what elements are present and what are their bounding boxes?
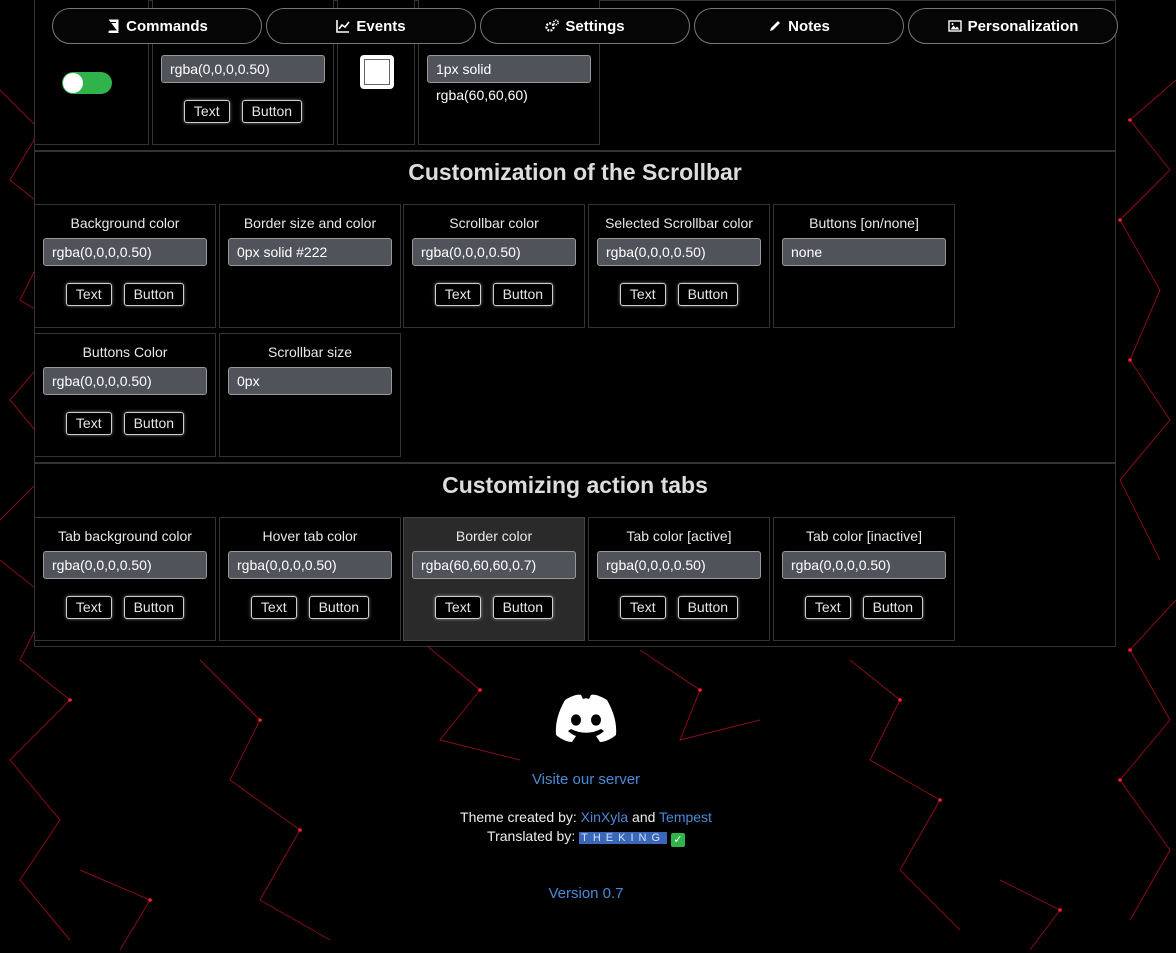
toggle-knob — [63, 73, 83, 93]
text-button[interactable]: Text — [65, 596, 112, 619]
scrollbar-cell-background: Background color rgba(0,0,0,0.50) Text Bu… — [34, 204, 216, 328]
text-button[interactable]: Text — [65, 283, 112, 306]
value-input[interactable]: rgba(60,60,60,0.7) — [412, 551, 576, 579]
button-button[interactable]: Button — [492, 283, 554, 306]
text-button[interactable]: Text — [619, 596, 666, 619]
value-input[interactable]: rgba(0,0,0,0.50) — [228, 551, 392, 579]
button-button[interactable]: Button — [241, 100, 303, 123]
button-button[interactable]: Button — [308, 596, 370, 619]
gears-icon — [545, 19, 560, 32]
color-input[interactable]: rgba(0,0,0,0.50) — [161, 55, 325, 83]
cell-label: Background color — [70, 215, 180, 231]
button-button[interactable]: Button — [862, 596, 924, 619]
value-input[interactable]: rgba(0,0,0,0.50) — [43, 367, 207, 395]
cell-label: Tab color [active] — [626, 528, 732, 544]
cell-label: Tab color [inactive] — [806, 528, 922, 544]
section-title-scrollbar: Customization of the Scrollbar — [408, 159, 742, 185]
tabs-cell-border: Border color rgba(60,60,60,0.7) Text Butt… — [403, 517, 585, 641]
scrollbar-cell-selected-color: Selected Scrollbar color rgba(0,0,0,0.50… — [588, 204, 770, 328]
tab-label: Commands — [126, 17, 208, 35]
button-button[interactable]: Button — [123, 283, 185, 306]
tab-label: Personalization — [967, 17, 1079, 35]
cell-label: Border size and color — [243, 215, 377, 231]
book-icon — [108, 19, 119, 33]
value-input[interactable]: rgba(0,0,0,0.50) — [43, 238, 207, 266]
text-button[interactable]: Text — [434, 283, 481, 306]
cell-label: Buttons Color — [82, 344, 168, 360]
tab-events[interactable]: Events — [266, 8, 476, 44]
tab-label: Settings — [565, 17, 625, 35]
author-link-xinxyla[interactable]: XinXyla — [581, 809, 628, 825]
cell-label: Buttons [on/none] — [809, 215, 919, 231]
value-input[interactable]: 0px solid #222 — [228, 238, 392, 266]
tab-label: Notes — [788, 17, 830, 35]
cell-label: Hover tab color — [262, 528, 358, 544]
value-input[interactable]: 0px — [228, 367, 392, 395]
tabs-cell-active: Tab color [active] rgba(0,0,0,0.50) Text… — [588, 517, 770, 641]
text-button[interactable]: Text — [804, 596, 851, 619]
text-button[interactable]: Text — [619, 283, 666, 306]
translation-prefix: Translated by: — [487, 828, 576, 844]
cell-label: Tab background color — [58, 528, 192, 544]
value-input[interactable]: rgba(0,0,0,0.50) — [782, 551, 946, 579]
credits-prefix: Theme created by: — [460, 809, 577, 825]
scrollbar-cell-size: Scrollbar size 0px — [219, 333, 401, 457]
button-button[interactable]: Button — [123, 596, 185, 619]
tab-personalization[interactable]: Personalization — [908, 8, 1118, 44]
cell-label: Border color — [455, 528, 533, 544]
translator-name: THEKING — [579, 832, 668, 844]
text-button[interactable]: Text — [434, 596, 481, 619]
button-button[interactable]: Button — [123, 412, 185, 435]
text-button[interactable]: Text — [65, 412, 112, 435]
tabs-cell-background: Tab background color rgba(0,0,0,0.50) Te… — [34, 517, 216, 641]
credits-and: and — [632, 809, 656, 825]
value-input[interactable]: rgba(0,0,0,0.50) — [597, 238, 761, 266]
author-link-tempest[interactable]: Tempest — [659, 809, 712, 825]
text-button[interactable]: Text — [250, 596, 297, 619]
value-input[interactable]: rgba(0,0,0,0.50) — [43, 551, 207, 579]
version-link[interactable]: Version 0.7 — [0, 885, 1172, 902]
enable-toggle[interactable] — [62, 72, 112, 94]
section-title-tabs: Customizing action tabs — [442, 472, 708, 498]
button-button[interactable]: Button — [677, 283, 739, 306]
image-icon — [947, 20, 962, 32]
discord-icon[interactable] — [553, 692, 619, 747]
border-input[interactable]: 1px solid rgba(60,60,60) — [427, 55, 591, 103]
pencil-icon — [770, 21, 781, 31]
tab-notes[interactable]: Notes — [694, 8, 904, 44]
check-icon: ✓ — [670, 833, 685, 847]
scrollbar-cell-buttons-color: Buttons Color rgba(0,0,0,0.50) Text Butto… — [34, 333, 216, 457]
scrollbar-cell-border: Border size and color 0px solid #222 — [219, 204, 401, 328]
text-button[interactable]: Text — [183, 100, 230, 123]
credits-line: Theme created by: XinXyla and Tempest — [0, 809, 1172, 825]
value-input[interactable]: none — [782, 238, 946, 266]
translation-line: Translated by: THEKING ✓ — [0, 828, 1172, 847]
value-input[interactable]: rgba(0,0,0,0.50) — [597, 551, 761, 579]
button-button[interactable]: Button — [677, 596, 739, 619]
visit-server-link[interactable]: Visite our server — [0, 771, 1172, 788]
color-swatch[interactable] — [360, 55, 394, 89]
tab-commands[interactable]: Commands — [52, 8, 262, 44]
cell-label: Scrollbar color — [449, 215, 539, 231]
value-input[interactable]: rgba(0,0,0,0.50) — [412, 238, 576, 266]
cell-label: Scrollbar size — [267, 344, 353, 360]
tab-label: Events — [356, 17, 406, 35]
scrollbar-cell-color: Scrollbar color rgba(0,0,0,0.50) Text But… — [403, 204, 585, 328]
tabs-cell-hover: Hover tab color rgba(0,0,0,0.50) Text But… — [219, 517, 401, 641]
cell-label: Selected Scrollbar color — [605, 215, 753, 231]
tab-settings[interactable]: Settings — [480, 8, 690, 44]
button-button[interactable]: Button — [492, 596, 554, 619]
line-chart-icon — [336, 20, 351, 33]
scrollbar-cell-buttons: Buttons [on/none] none — [773, 204, 955, 328]
tabs-cell-inactive: Tab color [inactive] rgba(0,0,0,0.50) Te… — [773, 517, 955, 641]
